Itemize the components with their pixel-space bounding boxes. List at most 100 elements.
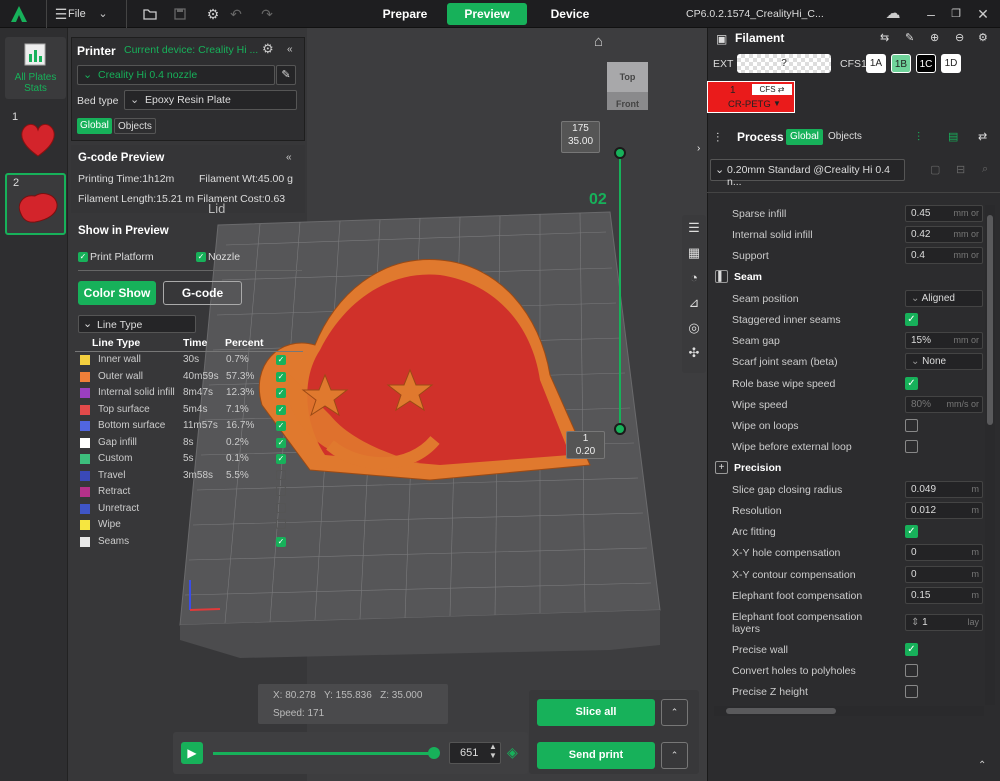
process-tab-objects[interactable]: Objects [828,131,862,142]
open-folder-icon[interactable] [139,0,161,29]
layer-slider-bottom-handle[interactable] [614,423,626,435]
line-type-row[interactable]: Seams ✓ [78,534,288,550]
line-type-row[interactable]: Inner wall 30s 0.7% ✓ [78,352,288,368]
wipe-before-checkbox[interactable] [905,440,918,453]
layer-slider-top-handle[interactable] [614,147,626,159]
save-icon[interactable] [169,0,191,29]
objects-icon[interactable]: ✣ [683,345,705,365]
line-type-checkbox[interactable]: ✓ [276,354,286,365]
sliders-icon[interactable]: ⫶ [917,130,920,145]
resolution-input[interactable]: 0.012 m [905,502,983,519]
file-menu[interactable]: File [68,8,86,20]
horizontal-scrollbar[interactable] [714,706,984,716]
scroll-up-icon[interactable]: ⌃ [978,760,986,771]
collapse-left-icon[interactable]: « [287,44,293,55]
xy-contour-input[interactable]: 0m [905,566,983,583]
collapse-icon[interactable]: « [286,152,292,163]
home-icon[interactable]: ⌂ [594,33,603,50]
line-type-row[interactable]: Outer wall 40m59s 57.3% ✓ [78,369,288,385]
tab-objects[interactable]: Objects [114,118,156,134]
color-show-button[interactable]: Color Show [78,281,156,305]
line-type-row[interactable]: Unretract [78,501,288,517]
slice-all-button[interactable]: Slice all [537,699,655,726]
elephant-foot-input[interactable]: 0.15 m [905,587,983,604]
seam-gap-input[interactable]: 15% mm or [905,332,983,349]
line-type-row[interactable]: Retract [78,484,288,500]
grid-icon[interactable]: ▦ [683,245,705,265]
slice-menu-icon[interactable]: ⌃ [661,699,688,726]
process-preset-select[interactable]: ⌄ 0.20mm Standard @Creality Hi 0.4 n... [710,159,905,188]
slice-gap-input[interactable]: 0.049 m [905,481,983,498]
view-cube-top[interactable]: Top [607,62,648,92]
compare-icon[interactable]: ⇄ [978,130,987,143]
close-icon[interactable]: ✕ [972,0,994,28]
edit-filament-icon[interactable]: ✎ [905,31,914,44]
edit-pencil-icon[interactable]: ✎ [276,65,296,85]
scroll-thumb[interactable] [987,215,993,425]
line-type-row[interactable]: Gap infill 8s 0.2% ✓ [78,435,288,451]
add-icon[interactable]: ⊕ [930,31,939,44]
search-icon[interactable]: ⌕ [982,163,988,176]
gcode-button[interactable]: G-code [163,281,242,305]
vertical-scrollbar[interactable] [985,205,995,705]
slot-1d[interactable]: 1D [941,54,961,73]
line-type-checkbox[interactable] [276,469,286,483]
remove-icon[interactable]: ⊖ [955,31,964,44]
chevron-down-icon[interactable]: ⌄ [92,0,114,28]
tab-prepare[interactable]: Prepare [375,3,435,25]
internal-solid-infill-input[interactable]: 0.42 mm or [905,226,983,243]
minimize-icon[interactable]: – [920,0,942,28]
tab-global[interactable]: Global [77,118,112,134]
process-tab-global[interactable]: Global [786,129,823,145]
line-type-checkbox[interactable] [276,502,286,516]
support-input[interactable]: 0.4 mm or [905,247,983,264]
nozzle-select[interactable]: ⌄ Creality Hi 0.4 nozzle [77,65,275,85]
line-type-checkbox[interactable]: ✓ [276,404,286,415]
collapse-right-icon[interactable]: › [697,143,700,154]
layers-stack-icon[interactable]: ◈ [507,745,521,759]
wipe-speed-input[interactable]: 80% mm/s or [905,396,983,413]
line-type-checkbox[interactable]: ✓ [276,437,286,448]
plate-2-thumbnail[interactable]: 2 [5,173,66,235]
measure-icon[interactable]: ⊿ [683,295,705,315]
filament-spool-card[interactable]: 1 CFS ⇄ CR-PETG ▼ [707,81,795,113]
line-type-row[interactable]: Top surface 5m4s 7.1% ✓ [78,402,288,418]
spinner-icon[interactable]: ▲ ▼ [489,742,497,760]
xy-hole-input[interactable]: 0m [905,544,983,561]
slot-1b[interactable]: 1B [891,54,911,73]
line-type-select[interactable]: ⌄ Line Type [78,315,196,333]
view-cube-front[interactable]: Front [607,92,648,110]
scroll-thumb[interactable] [726,708,836,714]
precise-wall-checkbox[interactable]: ✓ [905,643,918,656]
line-type-checkbox[interactable] [276,519,286,532]
all-plates-stats-button[interactable]: All Plates Stats [5,37,66,99]
table-icon[interactable]: ▤ [948,130,958,143]
layers-icon[interactable]: ☰ [683,220,705,240]
target-icon[interactable]: ◎ [683,320,705,340]
gauge-icon[interactable]: ◔ [683,270,705,290]
print-platform-checkbox[interactable]: ✓ [78,250,88,262]
line-type-checkbox[interactable]: ✓ [276,371,286,382]
line-type-checkbox[interactable]: ✓ [276,387,286,398]
slot-1c[interactable]: 1C [916,54,936,73]
playback-handle[interactable] [427,747,440,759]
tab-device[interactable]: Device [542,3,598,25]
line-type-row[interactable]: Wipe [78,517,288,533]
line-type-checkbox[interactable]: ✓ [276,453,286,464]
ext-slot[interactable]: ? [737,54,831,73]
bed-type-select[interactable]: ⌄ Epoxy Resin Plate [124,90,297,110]
plate-1-thumbnail[interactable]: 1 [5,108,66,170]
layer-slider-track[interactable] [619,153,621,430]
role-wipe-checkbox[interactable]: ✓ [905,377,918,390]
line-type-row[interactable]: Travel 3m58s 5.5% [78,468,288,484]
playback-slider[interactable] [213,752,438,755]
sync-icon[interactable]: ⇆ [880,31,889,44]
tab-preview[interactable]: Preview [447,3,527,25]
wipe-loops-checkbox[interactable] [905,419,918,432]
holes-polyholes-checkbox[interactable] [905,664,918,677]
line-type-checkbox[interactable]: ✓ [276,420,286,431]
sparse-infill-input[interactable]: 0.45 mm or [905,205,983,222]
save-preset-icon[interactable]: ▢ [930,163,940,176]
settings-gear-icon[interactable]: ⚙ [262,41,274,57]
delete-preset-icon[interactable]: ⊟ [956,163,965,176]
